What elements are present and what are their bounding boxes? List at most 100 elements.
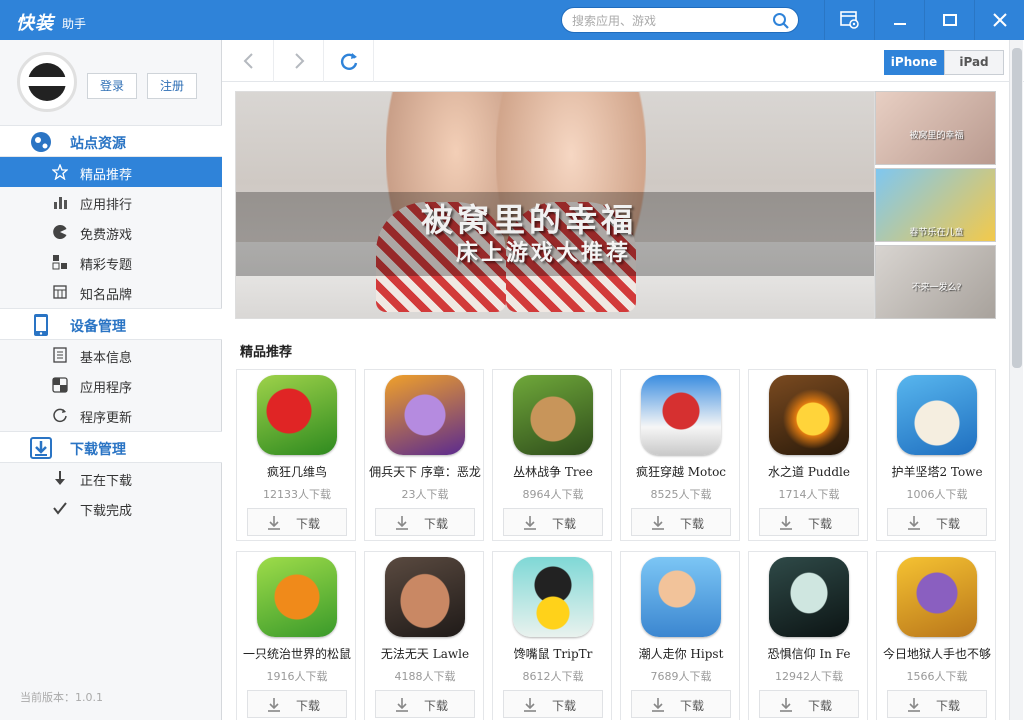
bar-chart-icon <box>54 197 67 209</box>
sidebar-item-ranking[interactable]: 应用排行 <box>0 187 222 217</box>
banner-carousel[interactable]: 被窝里的幸福 床上游戏大推荐 <box>235 91 875 319</box>
banner-thumb[interactable]: 不来一发么? <box>875 245 996 319</box>
banner-thumb[interactable]: 被窝里的幸福 <box>875 91 996 165</box>
sidebar-item-label: 精品推荐 <box>80 168 133 183</box>
download-count: 8525人下载 <box>650 488 712 501</box>
sidebar-item-label: 下载完成 <box>80 504 133 519</box>
sidebar-item-updates[interactable]: 程序更新 <box>0 400 222 430</box>
app-name: 潮人走你 Hipst <box>638 647 724 661</box>
device-toggle-ipad[interactable]: iPad <box>944 50 1004 75</box>
download-button[interactable]: 下载 <box>247 508 347 536</box>
back-button[interactable] <box>224 40 274 82</box>
section-title: 下载管理 <box>70 442 126 458</box>
download-icon <box>652 698 664 712</box>
search-icon[interactable] <box>772 12 790 30</box>
app-icon <box>385 375 465 455</box>
app-name: 恐惧信仰 In Fe <box>767 647 851 661</box>
section-download-manage[interactable]: 下载管理 <box>0 431 222 463</box>
sidebar-item-featured[interactable]: 精品推荐 <box>0 157 222 187</box>
download-button[interactable]: 下载 <box>503 690 603 718</box>
main-content: iPhone iPad 被窝里的幸福 床上游戏大推荐 被窝里的幸福 春节乐在儿童… <box>222 40 1024 720</box>
download-icon <box>268 516 280 530</box>
download-button[interactable]: 下载 <box>887 508 987 536</box>
sidebar-item-downloaded[interactable]: 下载完成 <box>0 493 222 523</box>
app-icon <box>385 557 465 637</box>
app-icon <box>897 557 977 637</box>
register-button[interactable]: 注册 <box>147 73 197 99</box>
app-icon <box>769 557 849 637</box>
download-count: 1714人下载 <box>778 488 840 501</box>
sidebar-item-label: 应用排行 <box>80 198 133 213</box>
app-card[interactable]: 丛林战争 Tree 8964人下载 下载 <box>492 369 612 541</box>
download-button[interactable]: 下载 <box>887 690 987 718</box>
download-count: 1006人下载 <box>906 488 968 501</box>
avatar[interactable] <box>17 52 77 112</box>
sidebar-item-topics[interactable]: 精彩专题 <box>0 247 222 277</box>
download-icon <box>268 698 280 712</box>
app-name: 疯狂穿越 Motoc <box>635 465 727 479</box>
download-button[interactable]: 下载 <box>759 690 859 718</box>
app-card[interactable]: 潮人走你 Hipst 7689人下载 下载 <box>620 551 740 720</box>
app-card[interactable]: 水之道 Puddle 1714人下载 下载 <box>748 369 868 541</box>
download-count: 12133人下载 <box>263 488 331 501</box>
app-icon <box>513 375 593 455</box>
section-device-manage[interactable]: 设备管理 <box>0 308 222 340</box>
app-icon <box>257 557 337 637</box>
minimize-button[interactable] <box>874 0 924 40</box>
download-count: 7689人下载 <box>650 670 712 683</box>
minimize-icon <box>893 23 906 25</box>
download-icon <box>396 516 408 530</box>
vertical-scrollbar[interactable] <box>1009 40 1023 720</box>
maximize-button[interactable] <box>924 0 974 40</box>
refresh-button[interactable] <box>324 40 374 82</box>
maximize-icon <box>942 14 957 26</box>
phone-icon <box>34 314 48 336</box>
forward-button[interactable] <box>274 40 324 82</box>
download-button[interactable]: 下载 <box>503 508 603 536</box>
device-toggle-iphone[interactable]: iPhone <box>884 50 944 75</box>
download-count: 1916人下载 <box>266 670 328 683</box>
app-card[interactable]: 护羊坚塔2 Towe 1006人下载 下载 <box>876 369 996 541</box>
download-button[interactable]: 下载 <box>759 508 859 536</box>
app-card[interactable]: 疯狂几维鸟 12133人下载 下载 <box>236 369 356 541</box>
sidebar-item-free-games[interactable]: 免费游戏 <box>0 217 222 247</box>
topic-icon <box>52 255 67 270</box>
download-button[interactable]: 下载 <box>375 508 475 536</box>
download-count: 23人下载 <box>401 488 449 501</box>
download-button[interactable]: 下载 <box>631 508 731 536</box>
search-box[interactable] <box>561 7 799 33</box>
settings-button[interactable] <box>824 0 874 40</box>
banner-subtitle: 床上游戏大推荐 <box>456 241 632 266</box>
close-button[interactable] <box>974 0 1024 40</box>
toolbar: iPhone iPad <box>222 40 1024 82</box>
sidebar-item-brands[interactable]: 知名品牌 <box>0 277 222 307</box>
app-card[interactable]: 一只统治世界的松鼠 1916人下载 下载 <box>236 551 356 720</box>
title-bar: 快装 助手 <box>0 0 1024 40</box>
scrollbar-thumb[interactable] <box>1012 48 1022 368</box>
download-button[interactable]: 下载 <box>247 690 347 718</box>
app-name: 佣兵天下 序章：恶龙 <box>369 465 481 479</box>
app-card[interactable]: 今日地狱人手也不够 1566人下载 下载 <box>876 551 996 720</box>
download-icon <box>780 698 792 712</box>
download-icon <box>780 516 792 530</box>
sidebar-item-apps[interactable]: 应用程序 <box>0 370 222 400</box>
banner-thumb[interactable]: 春节乐在儿童 <box>875 168 996 242</box>
download-icon <box>652 516 664 530</box>
section-title: 设备管理 <box>70 319 126 335</box>
download-button[interactable]: 下载 <box>631 690 731 718</box>
download-count: 8964人下载 <box>522 488 584 501</box>
app-logo-sub: 助手 <box>62 17 87 31</box>
section-site-resource[interactable]: 站点资源 <box>0 125 222 157</box>
sidebar-item-basic-info[interactable]: 基本信息 <box>0 340 222 370</box>
app-card[interactable]: 佣兵天下 序章：恶龙 23人下载 下载 <box>364 369 484 541</box>
downloading-icon <box>55 471 65 485</box>
app-card[interactable]: 恐惧信仰 In Fe 12942人下载 下载 <box>748 551 868 720</box>
login-button[interactable]: 登录 <box>87 73 137 99</box>
sidebar-item-downloading[interactable]: 正在下载 <box>0 463 222 493</box>
app-card[interactable]: 无法无天 Lawle 4188人下载 下载 <box>364 551 484 720</box>
app-name: 今日地狱人手也不够 <box>882 647 991 661</box>
search-input[interactable] <box>572 12 768 30</box>
download-button[interactable]: 下载 <box>375 690 475 718</box>
app-card[interactable]: 疯狂穿越 Motoc 8525人下载 下载 <box>620 369 740 541</box>
app-card[interactable]: 馋嘴鼠 TripTr 8612人下载 下载 <box>492 551 612 720</box>
